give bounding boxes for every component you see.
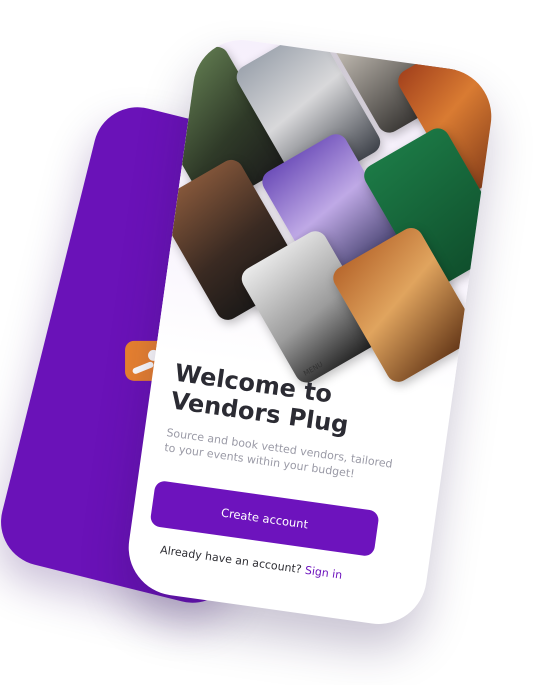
- sign-in-link[interactable]: Sign in: [304, 564, 343, 582]
- menu-card-text: MENU: [302, 360, 325, 378]
- create-account-button[interactable]: Create account: [149, 479, 380, 557]
- have-account-text: Already have an account?: [159, 543, 303, 577]
- vendor-photo-collage: MENU: [122, 33, 498, 404]
